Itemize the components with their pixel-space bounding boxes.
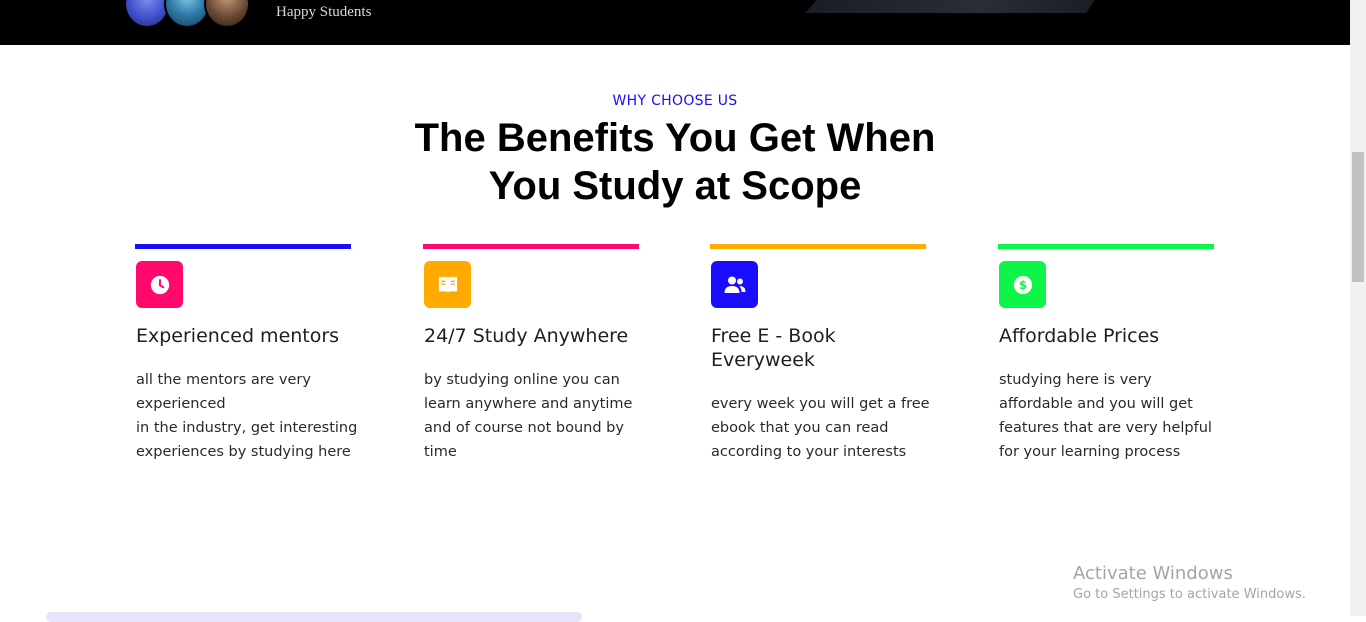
feature-description: all the mentors are very experienced in … bbox=[136, 372, 358, 460]
feature-accent-bar bbox=[998, 244, 1214, 249]
clock-icon bbox=[136, 261, 183, 308]
feature-title: Affordable Prices bbox=[999, 325, 1160, 347]
feature-accent-bar bbox=[423, 244, 639, 249]
feature-accent-bar bbox=[135, 244, 351, 249]
section-eyebrow: WHY CHOOSE US bbox=[612, 93, 738, 109]
section-heading: The Benefits You Get When You Study at S… bbox=[0, 114, 1350, 210]
dollar-icon: $ bbox=[999, 261, 1046, 308]
feature-description: studying here is very affordable and you… bbox=[999, 372, 1212, 460]
heading-line-1: The Benefits You Get When bbox=[414, 116, 936, 160]
feature-card-free-ebook: Free E - Book Everyweek every week you w… bbox=[710, 244, 930, 464]
watermark-subtitle: Go to Settings to activate Windows. bbox=[1073, 587, 1306, 602]
student-avatars bbox=[124, 0, 264, 28]
feature-card-mentors: Experienced mentors all the mentors are … bbox=[135, 244, 357, 464]
feature-card-affordable: $ Affordable Prices studying here is ver… bbox=[998, 244, 1214, 464]
svg-text:$: $ bbox=[1018, 278, 1026, 292]
happy-students-label: Happy Students bbox=[276, 4, 372, 20]
heading-line-2: You Study at Scope bbox=[488, 164, 862, 208]
feature-title: Free E - Book Everyweek bbox=[711, 325, 836, 371]
feature-title: Experienced mentors bbox=[136, 325, 340, 347]
avatar bbox=[204, 0, 250, 28]
activate-windows-watermark: Activate Windows Go to Settings to activ… bbox=[1073, 563, 1306, 604]
hero-image bbox=[805, 0, 1095, 13]
feature-description: every week you will get a free ebook tha… bbox=[711, 396, 930, 460]
users-icon bbox=[711, 261, 758, 308]
feature-accent-bar bbox=[710, 244, 926, 249]
next-section-card bbox=[46, 612, 582, 622]
feature-title: 24/7 Study Anywhere bbox=[424, 325, 629, 347]
scrollbar-thumb[interactable] bbox=[1352, 152, 1364, 282]
scrollbar-track[interactable] bbox=[1350, 0, 1366, 616]
book-icon bbox=[424, 261, 471, 308]
hero-section: Happy Students bbox=[0, 0, 1350, 45]
feature-description: by studying online you can learn anywher… bbox=[424, 372, 633, 460]
feature-card-study-anywhere: 24/7 Study Anywhere by studying online y… bbox=[423, 244, 639, 464]
watermark-title: Activate Windows bbox=[1073, 563, 1233, 584]
